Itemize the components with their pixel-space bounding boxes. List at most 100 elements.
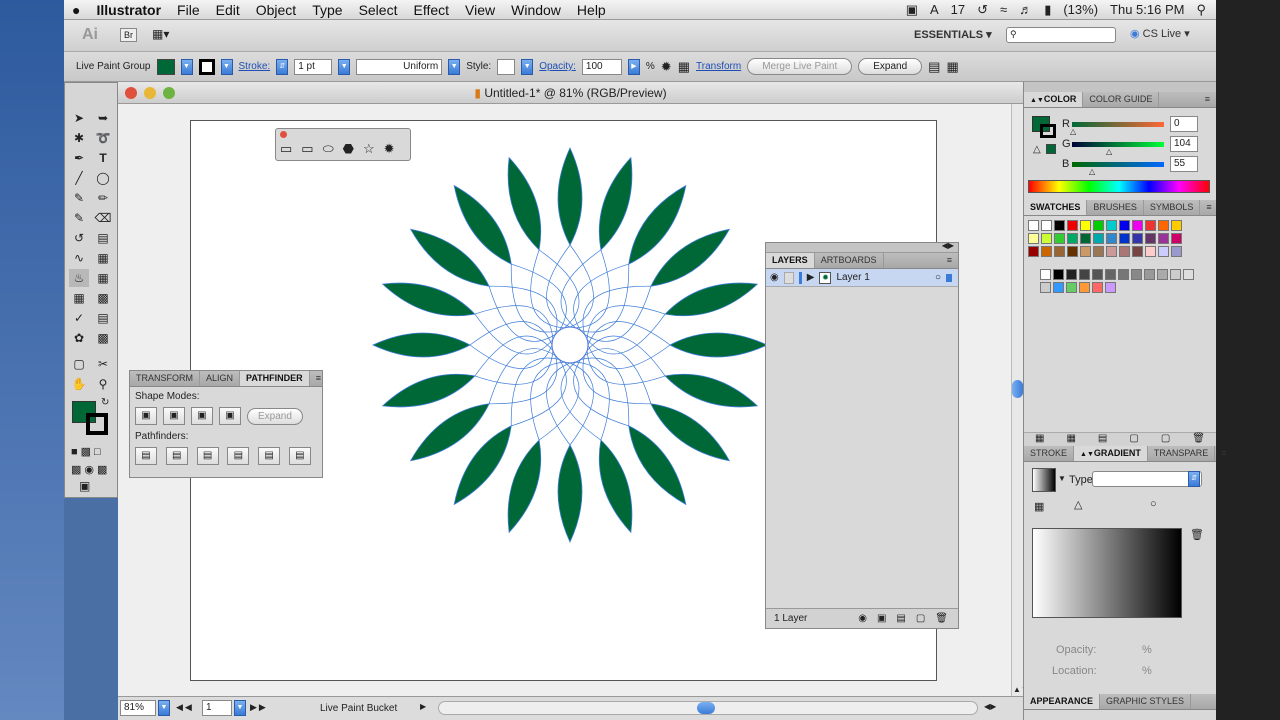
rotate-tool-icon[interactable]: ↺ bbox=[69, 229, 89, 247]
wifi-icon[interactable]: ≈ bbox=[1000, 2, 1007, 17]
hscroll-arrows-icon[interactable]: ◀▶ bbox=[984, 702, 996, 711]
swatch[interactable] bbox=[1119, 246, 1130, 257]
swatch[interactable] bbox=[1053, 282, 1064, 293]
petal[interactable] bbox=[664, 282, 759, 317]
menu-type[interactable]: Type bbox=[304, 2, 350, 18]
swatch[interactable] bbox=[1066, 282, 1077, 293]
g-slider-thumb[interactable]: △ bbox=[1106, 147, 1112, 156]
perspective-grid-icon[interactable]: ▦ bbox=[69, 289, 89, 307]
opacity-field[interactable]: 100 bbox=[581, 58, 622, 75]
layer-row[interactable]: ◉ ▶ ✹ Layer 1 ○ bbox=[766, 269, 958, 287]
show-swatch-kinds-icon[interactable]: ▦ bbox=[1066, 433, 1075, 446]
camera-icon[interactable]: ▣ bbox=[906, 2, 918, 18]
minus-back-icon[interactable]: ▤ bbox=[288, 447, 311, 465]
swatch[interactable] bbox=[1118, 269, 1129, 280]
lasso-icon[interactable]: ➰ bbox=[93, 129, 113, 147]
sync-icon[interactable]: ↺ bbox=[977, 2, 988, 18]
stroke-dropdown[interactable]: ▼ bbox=[220, 58, 233, 75]
menu-select[interactable]: Select bbox=[351, 2, 406, 18]
type-tool-icon[interactable]: T bbox=[93, 149, 113, 167]
gradient-preview[interactable] bbox=[1032, 528, 1182, 618]
swatch[interactable] bbox=[1171, 220, 1182, 231]
eyedropper-icon[interactable]: ✓ bbox=[69, 309, 89, 327]
color-mode-icons[interactable]: ■▩□ bbox=[71, 445, 104, 458]
merge-icon[interactable]: ▤ bbox=[196, 447, 219, 465]
stroke-stepper[interactable]: ⇵ bbox=[276, 58, 289, 75]
panel-menu-icon[interactable]: ≡ bbox=[310, 371, 327, 386]
unite-icon[interactable]: ▣ bbox=[135, 407, 157, 425]
slice-tool-icon[interactable]: ✂ bbox=[93, 355, 113, 373]
swatch-libraries-icon[interactable]: ▦ bbox=[1035, 433, 1044, 446]
horizontal-scrollbar[interactable] bbox=[438, 701, 978, 715]
b-slider-thumb[interactable]: △ bbox=[1089, 167, 1095, 176]
tab-pathfinder[interactable]: PATHFINDER bbox=[240, 371, 310, 386]
swatch[interactable] bbox=[1157, 269, 1168, 280]
menu-file[interactable]: File bbox=[169, 2, 208, 18]
swatch[interactable] bbox=[1054, 233, 1065, 244]
swatch[interactable] bbox=[1106, 246, 1117, 257]
adobe-icon[interactable]: A bbox=[930, 2, 939, 17]
make-clipping-mask-icon[interactable]: ▣ bbox=[877, 613, 886, 624]
tab-appearance[interactable]: APPEARANCE bbox=[1024, 694, 1101, 709]
reverse-gradient-icon[interactable]: ▦ bbox=[1034, 500, 1044, 513]
paintbrush-icon[interactable]: ✎ bbox=[69, 189, 89, 207]
swatch-grid[interactable] bbox=[1028, 220, 1213, 320]
swatch[interactable] bbox=[1079, 282, 1090, 293]
swatch[interactable] bbox=[1054, 220, 1065, 231]
stroke-link[interactable]: Stroke: bbox=[239, 61, 271, 72]
stroke-weight-dropdown[interactable]: ▼ bbox=[338, 58, 351, 75]
swatch[interactable] bbox=[1041, 246, 1052, 257]
menu-object[interactable]: Object bbox=[248, 2, 304, 18]
layers-panel-header[interactable]: ◀▶ bbox=[766, 241, 958, 253]
swatch[interactable] bbox=[1080, 246, 1091, 257]
r-slider[interactable] bbox=[1072, 122, 1164, 127]
intersect-icon[interactable]: ▣ bbox=[191, 407, 213, 425]
petal[interactable] bbox=[507, 439, 542, 534]
delete-swatch-icon[interactable]: 🗑 bbox=[1192, 433, 1205, 446]
fill-dropdown[interactable]: ▼ bbox=[180, 58, 193, 75]
swatch[interactable] bbox=[1092, 282, 1103, 293]
swatch[interactable] bbox=[1145, 220, 1156, 231]
merge-live-paint-button[interactable]: Merge Live Paint bbox=[747, 58, 853, 75]
expand-button[interactable]: Expand bbox=[858, 58, 923, 75]
swatch[interactable] bbox=[1028, 246, 1039, 257]
swatch[interactable] bbox=[1105, 269, 1116, 280]
menu-view[interactable]: View bbox=[457, 2, 503, 18]
swatch[interactable] bbox=[1092, 269, 1103, 280]
swatch[interactable] bbox=[1041, 233, 1052, 244]
width-tool-icon[interactable]: ∿ bbox=[69, 249, 89, 267]
b-value-field[interactable]: 55 bbox=[1170, 156, 1198, 172]
swatch[interactable] bbox=[1040, 269, 1051, 280]
petal[interactable] bbox=[381, 373, 476, 408]
swatch[interactable] bbox=[1106, 220, 1117, 231]
vertical-scrollbar[interactable]: ▲▼ bbox=[1011, 104, 1029, 696]
petal[interactable] bbox=[507, 156, 542, 251]
color-stroke-swatch[interactable] bbox=[1040, 124, 1056, 138]
horizontal-scroll-thumb[interactable] bbox=[697, 702, 715, 714]
screen-mode-icon[interactable]: ▣ bbox=[79, 479, 90, 493]
gradient-presets-dropdown[interactable]: ▼ bbox=[1058, 474, 1066, 483]
swatch[interactable] bbox=[1158, 246, 1169, 257]
blob-brush-icon[interactable]: ✎ bbox=[69, 209, 89, 227]
swatch[interactable] bbox=[1067, 220, 1078, 231]
tab-gradient[interactable]: ▲▼GRADIENT bbox=[1074, 446, 1148, 461]
out-of-gamut-icon[interactable]: △ bbox=[1033, 144, 1041, 155]
cs-live-button[interactable]: ◉ CS Live ▾ bbox=[1130, 27, 1190, 40]
gradient-type-dropdown[interactable]: ⇵ bbox=[1188, 471, 1200, 487]
menu-help[interactable]: Help bbox=[569, 2, 614, 18]
artboard-nav-prev-icon[interactable]: ◀◀ bbox=[176, 702, 194, 713]
minus-front-icon[interactable]: ▣ bbox=[163, 407, 185, 425]
swatch[interactable] bbox=[1132, 233, 1143, 244]
swatch[interactable] bbox=[1131, 269, 1142, 280]
minimize-icon[interactable] bbox=[144, 87, 156, 99]
swatch[interactable] bbox=[1054, 246, 1065, 257]
petal[interactable] bbox=[669, 332, 768, 358]
web-safe-swatch[interactable] bbox=[1046, 144, 1056, 154]
spotlight-icon[interactable]: ⚲ bbox=[1196, 2, 1206, 18]
delete-stop-icon[interactable]: 🗑 bbox=[1190, 528, 1204, 541]
dock-header[interactable] bbox=[1024, 82, 1216, 92]
visibility-eye-icon[interactable]: ◉ bbox=[770, 272, 779, 283]
swatch[interactable] bbox=[1144, 269, 1155, 280]
petal[interactable] bbox=[557, 147, 583, 246]
g-slider[interactable] bbox=[1072, 142, 1164, 147]
